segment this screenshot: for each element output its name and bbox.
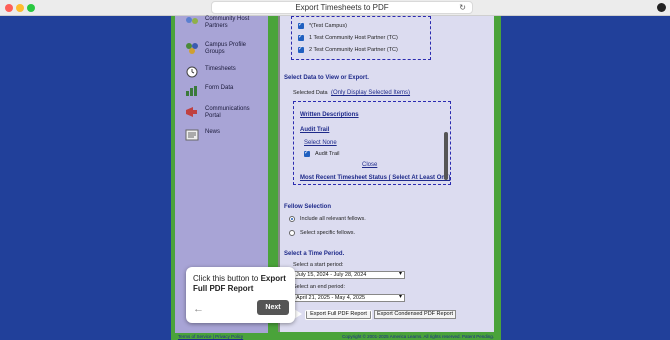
tooltip-text-prefix: Click this button to	[193, 274, 261, 283]
footer: Terms of Service | Privacy Policy Copyri…	[175, 333, 497, 340]
radio-label: Select specific fellows.	[300, 230, 356, 236]
end-period-label: Select an end period:	[293, 284, 345, 290]
sidebar-item-label: Campus Profile Groups	[205, 42, 247, 55]
select-none-link[interactable]: Select None	[304, 140, 337, 146]
fellow-section-title: Fellow Selection	[284, 204, 332, 210]
sidebar-item-label: Communications Portal	[205, 106, 250, 119]
sidebar-item-label: Timesheets	[205, 66, 236, 72]
only-selected-link[interactable]: (Only Display Selected Items)	[331, 90, 410, 96]
checkbox[interactable]	[298, 33, 304, 41]
radio-button[interactable]	[289, 230, 295, 236]
radio-label: Include all relevant fellows.	[300, 216, 366, 222]
radio-button[interactable]	[289, 216, 295, 222]
sidebar-item-partners[interactable]: Community Host Partners	[185, 16, 267, 30]
sidebar-item-groups[interactable]: Campus Profile Groups	[185, 42, 267, 56]
checkbox-label: 1 Test Community Host Partner (TC)	[309, 35, 398, 41]
audit-trail-link[interactable]: Audit Trail	[300, 127, 329, 133]
campus-checkbox-row[interactable]: *(Test Campus)	[298, 21, 347, 29]
address-bar[interactable]: Export Timesheets to PDF ↻	[211, 1, 473, 14]
audit-trail-checkbox-row[interactable]: Audit Trail	[304, 149, 340, 157]
back-arrow-icon[interactable]: ←	[193, 303, 204, 315]
end-period-select[interactable]: April 21, 2025 - May 4, 2025	[292, 294, 405, 302]
sidebar-item-label: News	[205, 129, 221, 135]
checkbox[interactable]	[298, 21, 304, 29]
export-condensed-pdf-button[interactable]: Export Condensed PDF Report	[374, 310, 456, 319]
groups-icon	[186, 43, 198, 54]
close-link[interactable]: Close	[362, 162, 377, 168]
partners-icon	[186, 17, 198, 24]
campus-checkbox-row[interactable]: 2 Test Community Host Partner (TC)	[298, 45, 398, 53]
copyright-text: Copyright © 2001-2025 America Learns. Al…	[342, 334, 494, 339]
close-window-button[interactable]	[5, 4, 13, 12]
data-section-title: Select Data to View or Export.	[284, 75, 369, 81]
start-period-value: July 15, 2024 - July 28, 2024	[296, 272, 367, 278]
tooltip-text: Click this button to Export Full PDF Rep…	[193, 274, 293, 294]
footer-links[interactable]: Terms of Service | Privacy Policy	[178, 334, 243, 339]
checkbox-label: 2 Test Community Host Partner (TC)	[309, 47, 398, 53]
sidebar-item-form-data[interactable]: Form Data	[185, 85, 267, 97]
chart-icon	[186, 86, 197, 96]
time-section-title: Select a Time Period.	[284, 251, 345, 257]
sidebar-item-label: Form Data	[205, 85, 234, 91]
sidebar-item-communications[interactable]: Communications Portal	[185, 106, 267, 120]
selected-data-label: Selected Data	[293, 90, 328, 96]
megaphone-icon	[186, 107, 197, 117]
sidebar-item-timesheets[interactable]: Timesheets	[185, 66, 267, 78]
checkbox[interactable]	[298, 45, 304, 53]
fellow-option-specific[interactable]: Select specific fellows.	[289, 230, 355, 236]
browser-titlebar: Export Timesheets to PDF ↻	[0, 0, 670, 16]
checkbox-label: Audit Trail	[315, 151, 340, 157]
reload-icon[interactable]: ↻	[459, 2, 466, 14]
end-period-value: April 21, 2025 - May 4, 2025	[296, 295, 366, 301]
extension-icon[interactable]	[657, 3, 666, 12]
written-descriptions-link[interactable]: Written Descriptions	[300, 112, 359, 118]
fellow-option-all[interactable]: Include all relevant fellows.	[289, 216, 366, 222]
zoom-window-button[interactable]	[27, 4, 35, 12]
tooltip-next-button[interactable]: Next	[257, 300, 289, 315]
start-period-label: Select a start period:	[293, 262, 344, 268]
news-icon	[185, 129, 199, 141]
tooltip-arrow	[294, 309, 302, 319]
recent-status-link[interactable]: Most Recent Timesheet Status ( Select At…	[300, 175, 450, 181]
sidebar-item-news[interactable]: News	[185, 129, 267, 141]
sidebar-item-label: Community Host Partners	[205, 16, 250, 29]
data-box-scrollbar[interactable]	[444, 132, 448, 180]
checkbox-label: *(Test Campus)	[309, 23, 347, 29]
minimize-window-button[interactable]	[16, 4, 24, 12]
campus-checkbox-row[interactable]: 1 Test Community Host Partner (TC)	[298, 33, 398, 41]
window-title: Export Timesheets to PDF	[295, 3, 389, 12]
tour-highlight	[305, 310, 372, 320]
start-period-select[interactable]: July 15, 2024 - July 28, 2024	[292, 271, 405, 279]
checkbox[interactable]	[304, 149, 310, 157]
clock-icon	[186, 66, 198, 78]
